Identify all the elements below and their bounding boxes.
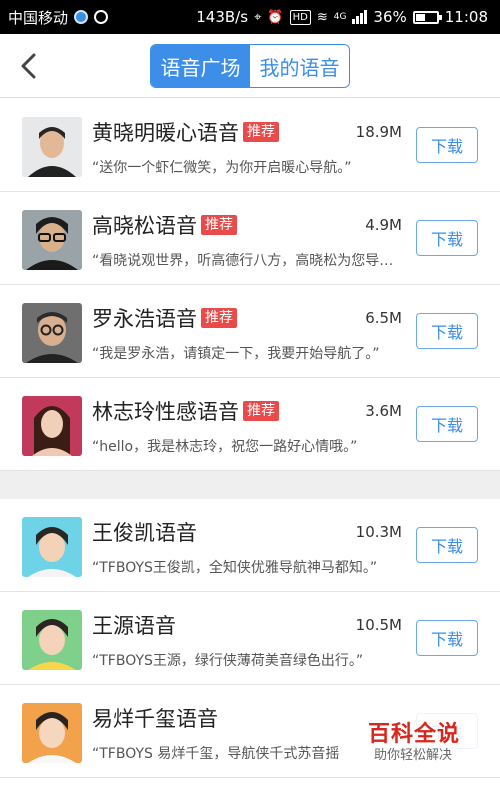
chevron-left-icon (21, 53, 36, 79)
recommend-badge: 推荐 (201, 215, 237, 235)
avatar (22, 117, 82, 177)
download-button[interactable]: 下载 (416, 313, 478, 349)
file-size: 18.9M (355, 123, 402, 141)
voice-name: 林志玲性感语音 (92, 400, 239, 424)
recommend-badge: 推荐 (243, 401, 279, 421)
avatar (22, 610, 82, 670)
avatar (22, 703, 82, 763)
list-item[interactable]: 王俊凯语音 10.3M “TFBOYS王俊凯，全知侠优雅导航神马都知。” 下载 (0, 499, 500, 592)
avatar (22, 210, 82, 270)
file-size: 3.6M (365, 402, 402, 420)
avatar (22, 303, 82, 363)
signal-icon (352, 10, 368, 24)
voice-description: “送你一个虾仁微笑，为你开启暖心导航。” (92, 160, 352, 176)
tab-voice-plaza[interactable]: 语音广场 (151, 45, 250, 87)
list-item[interactable]: 王源语音 10.5M “TFBOYS王源，绿行侠薄荷美音绿色出行。” 下载 (0, 592, 500, 685)
list-item[interactable]: 高晓松语音 推荐 4.9M “看晓说观世界，听高德行八方，高晓松为您导… 下载 (0, 192, 500, 285)
download-button[interactable]: 下载 (416, 620, 478, 656)
file-size: 6.5M (365, 309, 402, 327)
watermark: 百科全说 助你轻松解决 (362, 712, 500, 772)
voice-name: 罗永浩语音 (92, 307, 197, 331)
recommend-badge: 推荐 (243, 122, 279, 142)
tab-my-voice[interactable]: 我的语音 (250, 45, 349, 87)
list-item[interactable]: 罗永浩语音 推荐 6.5M “我是罗永浩，请镇定一下，我要开始导航了。” 下载 (0, 285, 500, 378)
battery-percent: 36% (373, 8, 407, 26)
voice-name: 易烊千玺语音 (92, 707, 218, 731)
battery-icon (412, 10, 442, 24)
voice-name: 黄晓明暖心语音 (92, 121, 239, 145)
nav-bar: 语音广场 我的语音 (0, 34, 500, 98)
list-item[interactable]: 黄晓明暖心语音 推荐 18.9M “送你一个虾仁微笑，为你开启暖心导航。” 下载 (0, 99, 500, 192)
recommend-badge: 推荐 (201, 308, 237, 328)
voice-description: “TFBOYS王俊凯，全知侠优雅导航神马都知。” (92, 560, 378, 576)
voice-description: “hello，我是林志玲，祝您一路好心情哦。” (92, 439, 358, 455)
voice-description: “看晓说观世界，听高德行八方，高晓松为您导… (92, 253, 394, 269)
clock: 11:08 (444, 8, 488, 26)
list-item[interactable]: 林志玲性感语音 推荐 3.6M “hello，我是林志玲，祝您一路好心情哦。” … (0, 378, 500, 471)
status-bar: 中国移动 143B/s ⌖ ⏰ HD ≋ 4G 36% 11:08 (0, 0, 500, 34)
voice-description: “我是罗永浩，请镇定一下，我要开始导航了。” (92, 346, 380, 362)
sync-icon (94, 10, 109, 24)
hd-icon: HD (289, 9, 311, 25)
back-button[interactable] (14, 48, 44, 84)
list-item[interactable] (0, 778, 500, 790)
download-button[interactable]: 下载 (416, 127, 478, 163)
voice-description: “TFBOYS王源，绿行侠薄荷美音绿色出行。” (92, 653, 364, 669)
download-button[interactable]: 下载 (416, 406, 478, 442)
avatar (22, 517, 82, 577)
carrier-label: 中国移动 (8, 8, 69, 27)
network-type: 4G (333, 12, 347, 22)
network-speed: 143B/s (196, 8, 249, 26)
app-notification-icon (74, 10, 89, 24)
voice-tab-switcher: 语音广场 我的语音 (150, 44, 350, 88)
alarm-icon: ⏰ (267, 9, 284, 25)
download-button[interactable]: 下载 (416, 220, 478, 256)
voice-name: 王俊凯语音 (92, 521, 197, 545)
file-size: 10.5M (355, 616, 402, 634)
wifi-icon: ≋ (316, 9, 328, 25)
watermark-subtitle: 助你轻松解决 (374, 748, 453, 763)
recommended-group: 黄晓明暖心语音 推荐 18.9M “送你一个虾仁微笑，为你开启暖心导航。” 下载… (0, 99, 500, 471)
location-icon: ⌖ (254, 9, 262, 25)
voice-list: 黄晓明暖心语音 推荐 18.9M “送你一个虾仁微笑，为你开启暖心导航。” 下载… (0, 99, 500, 790)
voice-name: 王源语音 (92, 614, 176, 638)
voice-name: 高晓松语音 (92, 214, 197, 238)
avatar (22, 396, 82, 456)
file-size: 4.9M (365, 216, 402, 234)
download-button[interactable]: 下载 (416, 527, 478, 563)
file-size: 10.3M (355, 523, 402, 541)
